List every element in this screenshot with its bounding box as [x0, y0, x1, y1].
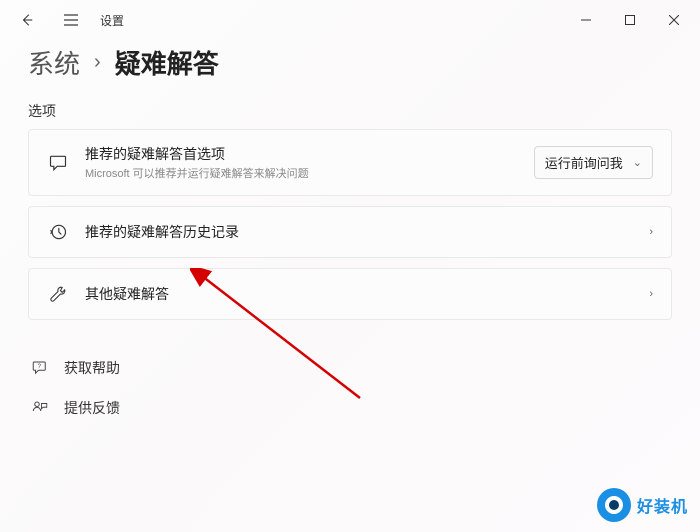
menu-button[interactable]: [56, 5, 86, 35]
speech-bubble-icon: [47, 152, 69, 174]
link-feedback[interactable]: 提供反馈: [28, 388, 672, 428]
link-label: 提供反馈: [64, 398, 120, 418]
minimize-icon: [581, 15, 591, 25]
wrench-icon: [47, 283, 69, 305]
card-title: 其他疑难解答: [85, 284, 633, 304]
titlebar: 设置: [0, 0, 700, 40]
minimize-button[interactable]: [564, 5, 608, 35]
link-get-help[interactable]: ? 获取帮助: [28, 348, 672, 388]
watermark-logo-icon: [597, 488, 631, 522]
maximize-button[interactable]: [608, 5, 652, 35]
chevron-right-icon: ›: [94, 51, 101, 74]
watermark-text: 好装机: [637, 493, 688, 517]
breadcrumb-parent[interactable]: 系统: [28, 44, 80, 81]
preference-dropdown[interactable]: 运行前询问我 ⌄: [534, 146, 653, 179]
chevron-right-icon: ›: [649, 288, 653, 300]
content-area: 系统 › 疑难解答 选项 推荐的疑难解答首选项 Microsoft 可以推荐并运…: [0, 44, 700, 428]
chevron-right-icon: ›: [649, 226, 653, 238]
card-title: 推荐的疑难解答首选项: [85, 144, 518, 164]
history-icon: [47, 221, 69, 243]
section-label: 选项: [28, 101, 672, 121]
help-icon: ?: [30, 358, 50, 378]
card-recommended-preferences[interactable]: 推荐的疑难解答首选项 Microsoft 可以推荐并运行疑难解答来解决问题 运行…: [28, 129, 672, 196]
card-history[interactable]: 推荐的疑难解答历史记录 ›: [28, 206, 672, 258]
watermark: 好装机: [597, 488, 688, 522]
dropdown-value: 运行前询问我: [545, 153, 623, 172]
svg-text:?: ?: [38, 364, 42, 370]
arrow-left-icon: [20, 13, 34, 27]
close-icon: [669, 15, 679, 25]
link-label: 获取帮助: [64, 358, 120, 378]
maximize-icon: [625, 15, 635, 25]
card-title: 推荐的疑难解答历史记录: [85, 222, 633, 242]
breadcrumb: 系统 › 疑难解答: [28, 44, 672, 81]
window-title: 设置: [100, 12, 124, 29]
breadcrumb-current: 疑难解答: [115, 44, 219, 81]
feedback-icon: [30, 398, 50, 418]
titlebar-left: 设置: [12, 5, 124, 35]
back-button[interactable]: [12, 5, 42, 35]
chevron-down-icon: ⌄: [633, 156, 642, 169]
card-other-troubleshooters[interactable]: 其他疑难解答 ›: [28, 268, 672, 320]
close-button[interactable]: [652, 5, 696, 35]
window-controls: [564, 5, 696, 35]
card-subtitle: Microsoft 可以推荐并运行疑难解答来解决问题: [85, 165, 518, 181]
hamburger-icon: [63, 13, 79, 27]
